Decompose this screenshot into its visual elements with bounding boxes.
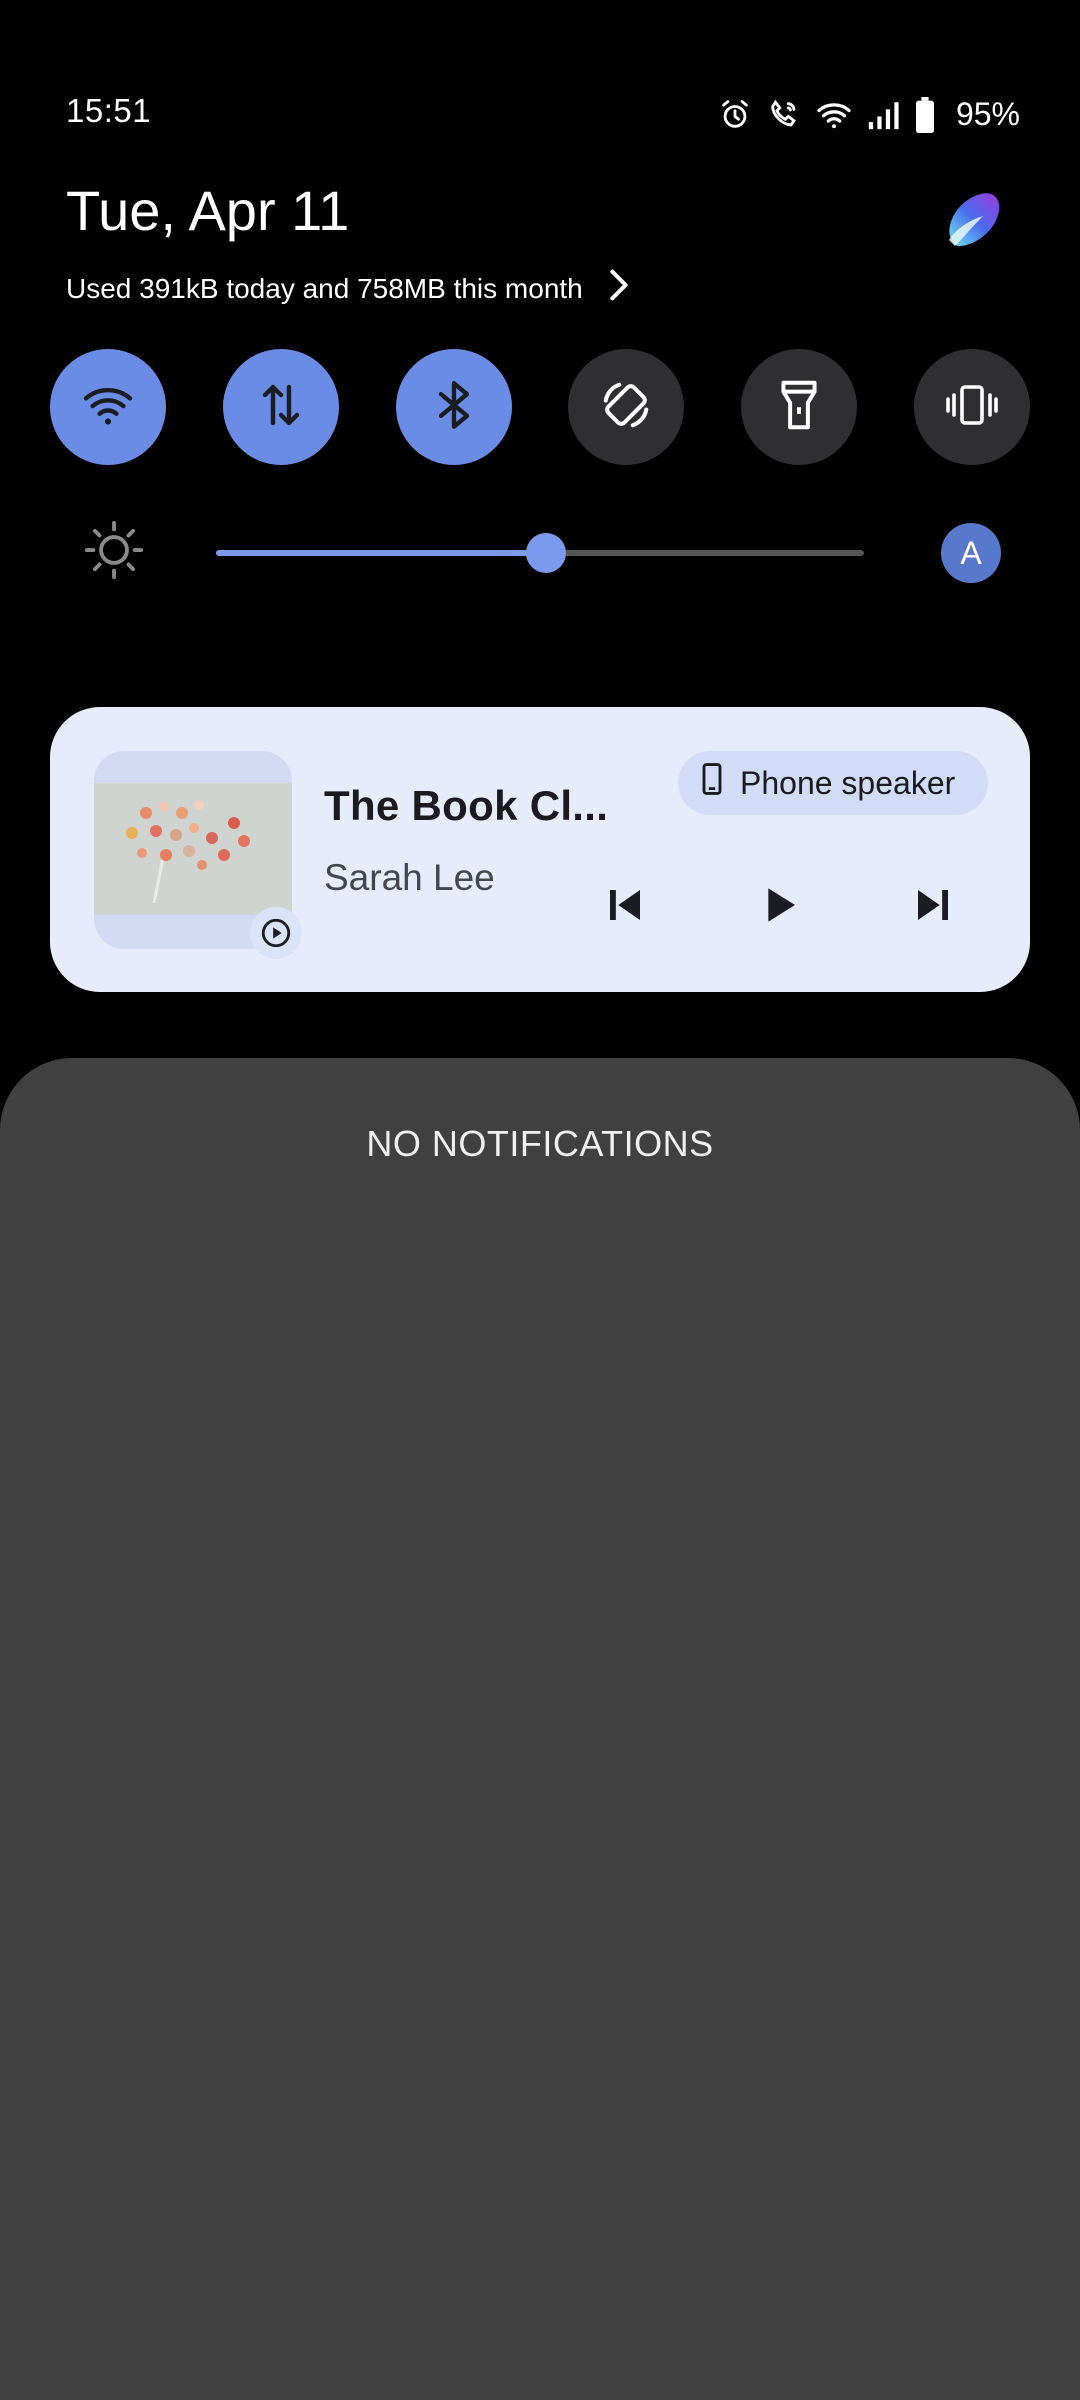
- skip-previous-icon: [605, 885, 645, 930]
- output-device-label: Phone speaker: [740, 764, 956, 801]
- wifi-icon: [816, 99, 852, 131]
- brightness-slider-thumb[interactable]: [526, 533, 567, 573]
- data-usage-text: Used 391kB today and 758MB this month: [66, 272, 583, 304]
- data-usage-row[interactable]: Used 391kB today and 758MB this month: [66, 268, 629, 309]
- media-player-card[interactable]: The Book Cl... Sarah Lee Phone speaker: [50, 707, 1030, 992]
- play-button[interactable]: [745, 872, 815, 942]
- alarm-icon: [718, 98, 752, 132]
- bluetooth-tile[interactable]: [395, 349, 512, 465]
- notifications-panel: NO NOTIFICATIONS: [0, 1058, 1080, 2400]
- play-circle-icon[interactable]: [250, 907, 302, 959]
- status-icons: 95%: [718, 96, 1020, 133]
- output-device-chip[interactable]: Phone speaker: [678, 751, 988, 815]
- quick-settings-tiles: [50, 349, 1030, 465]
- date: Tue, Apr 11: [66, 179, 350, 242]
- assistant-logo-icon[interactable]: [943, 190, 1003, 250]
- flashlight-icon: [779, 378, 819, 437]
- phone-icon: [702, 763, 722, 803]
- track-artist: Sarah Lee: [324, 857, 495, 898]
- chevron-right-icon: [609, 268, 629, 309]
- clock: 15:51: [66, 92, 152, 129]
- flashlight-tile[interactable]: [741, 349, 858, 465]
- track-title: The Book Cl...: [324, 782, 609, 829]
- battery-icon: [914, 96, 936, 133]
- artwork-image: [94, 783, 292, 915]
- play-icon: [760, 884, 800, 931]
- previous-track-button[interactable]: [590, 872, 660, 942]
- rotate-icon: [599, 378, 653, 437]
- wifi-icon: [81, 383, 135, 432]
- skip-next-icon: [913, 885, 953, 930]
- signal-icon: [866, 99, 900, 131]
- mobile-data-tile[interactable]: [222, 349, 339, 465]
- vibrate-tile[interactable]: [913, 349, 1030, 465]
- bluetooth-icon: [436, 379, 472, 436]
- brightness-slider[interactable]: [216, 533, 864, 573]
- no-notifications-label: NO NOTIFICATIONS: [366, 1123, 714, 1164]
- auto-rotate-tile[interactable]: [568, 349, 685, 465]
- brightness-icon: [83, 519, 145, 586]
- next-track-button[interactable]: [898, 872, 968, 942]
- vibrate-icon: [943, 381, 1001, 434]
- brightness-row: A: [0, 500, 1080, 604]
- auto-brightness-button[interactable]: A: [941, 523, 1001, 583]
- data-arrows-icon: [261, 381, 301, 434]
- brightness-slider-fill: [216, 550, 547, 556]
- status-bar: 15:51 95%: [0, 0, 1080, 133]
- wifi-calling-icon: [766, 98, 802, 132]
- battery-percentage: 95%: [955, 96, 1020, 132]
- wifi-tile[interactable]: [50, 349, 166, 465]
